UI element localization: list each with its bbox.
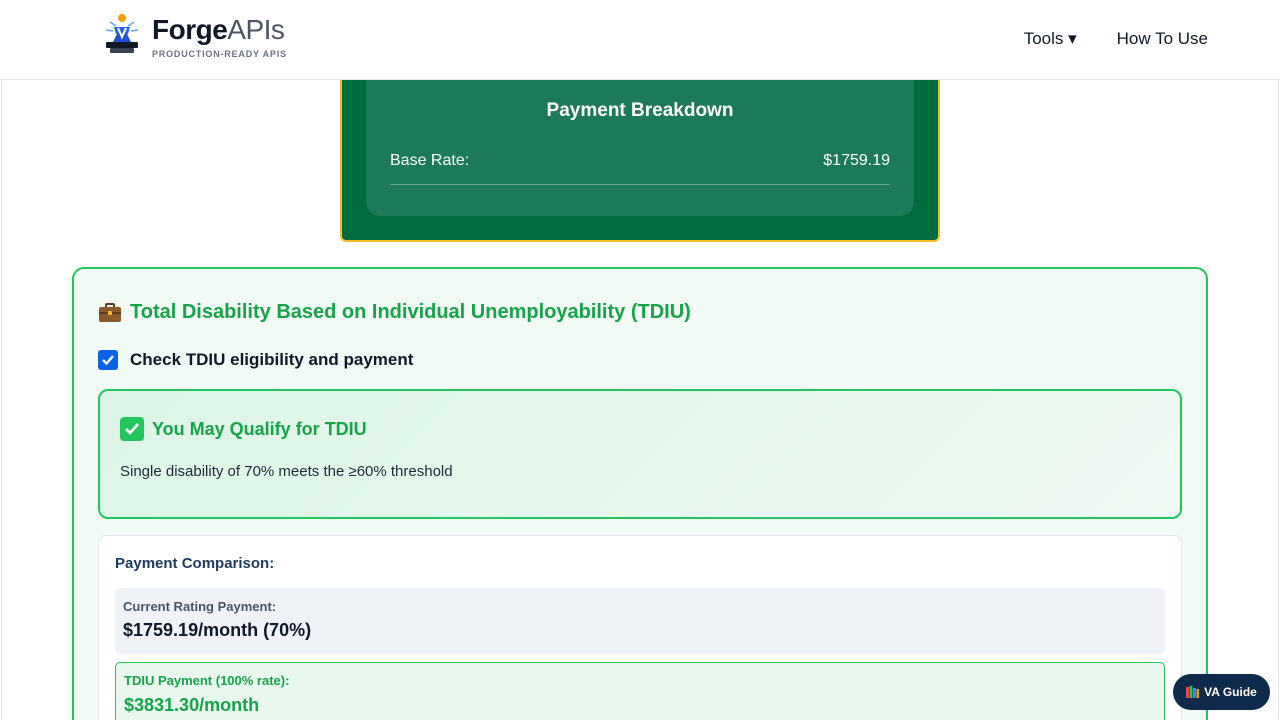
tdiu-checkbox-label[interactable]: Check TDIU eligibility and payment: [130, 350, 413, 370]
books-icon: [1186, 686, 1200, 698]
nav-how-to-use[interactable]: How To Use: [1117, 28, 1208, 50]
main-nav: Tools ▾ How To Use: [1024, 28, 1208, 50]
current-payment-box: Current Rating Payment: $1759.19/month (…: [115, 588, 1165, 654]
logo-tagline: PRODUCTION-READY APIS: [152, 49, 287, 59]
payment-comparison-box: Payment Comparison: Current Rating Payme…: [98, 535, 1182, 720]
tdiu-payment-label: TDIU Payment (100% rate):: [124, 673, 290, 688]
tdiu-checkbox-row[interactable]: Check TDIU eligibility and payment: [98, 350, 413, 370]
nav-tools-dropdown[interactable]: Tools ▾: [1024, 28, 1077, 50]
site-header: ForgeAPIs PRODUCTION-READY APIS Tools ▾ …: [0, 0, 1280, 80]
va-guide-label[interactable]: VA Guide: [1204, 685, 1257, 699]
anvil-logo-icon: [100, 12, 144, 56]
current-payment-value: $1759.19/month (70%): [123, 620, 312, 640]
qualify-heading: You May Qualify for TDIU: [120, 417, 367, 441]
breakdown-row-label: Base Rate:: [390, 152, 470, 169]
breakdown-row-base-rate: Base Rate: $1759.19: [390, 152, 890, 185]
breakdown-row-value: $1759.19: [823, 152, 890, 169]
tdiu-payment-value: $3831.30/month: [124, 695, 260, 715]
check-mark-icon: [120, 417, 144, 441]
current-payment-label: Current Rating Payment:: [123, 599, 277, 614]
comparison-title: Payment Comparison:: [115, 555, 275, 572]
tdiu-checkbox[interactable]: [98, 350, 118, 370]
tdiu-section: Total Disability Based on Individual Une…: [72, 267, 1208, 720]
briefcase-icon: [98, 302, 122, 323]
logo-name-apis: APIs: [227, 14, 285, 45]
qualify-text: Single disability of 70% meets the ≥60% …: [120, 463, 453, 480]
va-guide-button[interactable]: VA Guide: [1173, 674, 1270, 710]
payment-result-card: Payment Breakdown Base Rate: $1759.19: [340, 60, 940, 242]
breakdown-title: Payment Breakdown: [546, 100, 734, 121]
logo-name-forge: Forge: [152, 14, 228, 45]
tdiu-heading: Total Disability Based on Individual Une…: [98, 301, 691, 324]
tdiu-payment-box: TDIU Payment (100% rate): $3831.30/month: [115, 662, 1165, 720]
tdiu-title: Total Disability Based on Individual Une…: [130, 301, 691, 323]
payment-breakdown-panel: Payment Breakdown Base Rate: $1759.19: [366, 60, 914, 216]
qualify-title: You May Qualify for TDIU: [152, 418, 367, 439]
logo-name: ForgeAPIs: [152, 12, 287, 48]
qualify-result-box: You May Qualify for TDIU Single disabili…: [98, 389, 1182, 519]
logo[interactable]: ForgeAPIs PRODUCTION-READY APIS: [100, 12, 287, 59]
